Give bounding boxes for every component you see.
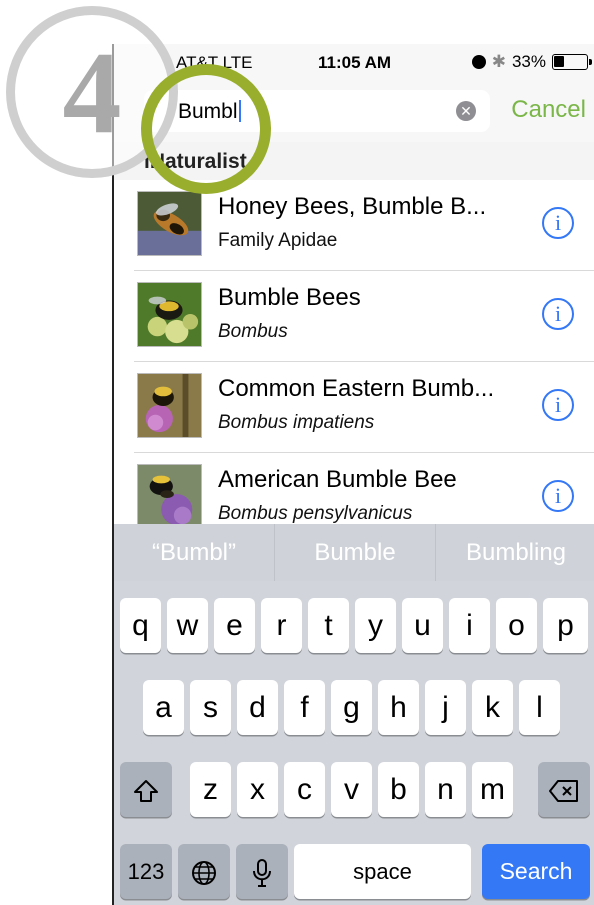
alarm-icon (471, 55, 486, 69)
prediction-bumble[interactable]: Bumble (274, 524, 435, 581)
key-c[interactable]: c (284, 762, 325, 817)
key-v[interactable]: v (331, 762, 372, 817)
key-m[interactable]: m (472, 762, 513, 817)
highlight-circle (141, 64, 271, 194)
info-icon[interactable]: i (542, 389, 574, 421)
info-icon[interactable]: i (542, 480, 574, 512)
key-r[interactable]: r (261, 598, 302, 653)
result-title: Bumble Bees (218, 284, 361, 311)
prediction-literal[interactable]: “Bumbl” (114, 524, 274, 581)
shift-icon[interactable] (120, 762, 172, 817)
thumbnail-american-bumble (137, 464, 202, 529)
result-subtitle: Bombus impatiens (218, 412, 375, 433)
space-key[interactable]: space (294, 844, 471, 899)
key-z[interactable]: z (190, 762, 231, 817)
key-k[interactable]: k (472, 680, 513, 735)
key-t[interactable]: t (308, 598, 349, 653)
results-list: Honey Bees, Bumble B... Family Apidae i … (114, 180, 594, 544)
keyboard: “Bumbl” Bumble Bumbling q w e r t y u i … (114, 524, 594, 905)
result-subtitle: Family Apidae (218, 230, 338, 251)
info-icon[interactable]: i (542, 207, 574, 239)
microphone-icon[interactable] (236, 844, 288, 899)
result-title: Common Eastern Bumb... (218, 375, 495, 402)
status-time: 11:05 AM (318, 53, 392, 72)
key-p[interactable]: p (543, 598, 588, 653)
key-o[interactable]: o (496, 598, 537, 653)
key-s[interactable]: s (190, 680, 231, 735)
key-i[interactable]: i (449, 598, 490, 653)
thumbnail-common-eastern (137, 373, 202, 438)
key-u[interactable]: u (402, 598, 443, 653)
key-y[interactable]: y (355, 598, 396, 653)
result-subtitle: Bombus pensylvanicus (218, 503, 413, 524)
bluetooth-icon: ✱ (491, 52, 506, 71)
result-title: American Bumble Bee (218, 466, 457, 493)
thumbnail-bumble-bees (137, 282, 202, 347)
backspace-icon[interactable] (538, 762, 590, 817)
key-b[interactable]: b (378, 762, 419, 817)
key-f[interactable]: f (284, 680, 325, 735)
result-subtitle: Bombus (218, 321, 288, 342)
clear-circle-icon[interactable]: ✕ (456, 101, 476, 121)
status-right: ✱ 33% (471, 52, 592, 72)
battery-icon (552, 54, 592, 70)
thumbnail-honey-bee (137, 191, 202, 256)
cancel-button[interactable]: Cancel (511, 96, 586, 124)
prediction-bar: “Bumbl” Bumble Bumbling (114, 524, 594, 581)
numbers-key[interactable]: 123 (120, 844, 172, 899)
key-x[interactable]: x (237, 762, 278, 817)
key-a[interactable]: a (143, 680, 184, 735)
search-button[interactable]: Search (482, 844, 590, 899)
key-q[interactable]: q (120, 598, 161, 653)
globe-icon[interactable] (178, 844, 230, 899)
key-g[interactable]: g (331, 680, 372, 735)
key-j[interactable]: j (425, 680, 466, 735)
prediction-bumbling[interactable]: Bumbling (435, 524, 594, 581)
result-title: Honey Bees, Bumble B... (218, 193, 487, 220)
key-l[interactable]: l (519, 680, 560, 735)
key-w[interactable]: w (167, 598, 208, 653)
battery-percent: 33% (511, 52, 546, 71)
key-n[interactable]: n (425, 762, 466, 817)
key-h[interactable]: h (378, 680, 419, 735)
key-e[interactable]: e (214, 598, 255, 653)
battery-fill (554, 56, 564, 67)
key-d[interactable]: d (237, 680, 278, 735)
list-item[interactable]: Bumble Bees Bombus i (134, 271, 594, 362)
list-item[interactable]: Common Eastern Bumb... Bombus impatiens … (134, 362, 594, 453)
info-icon[interactable]: i (542, 298, 574, 330)
